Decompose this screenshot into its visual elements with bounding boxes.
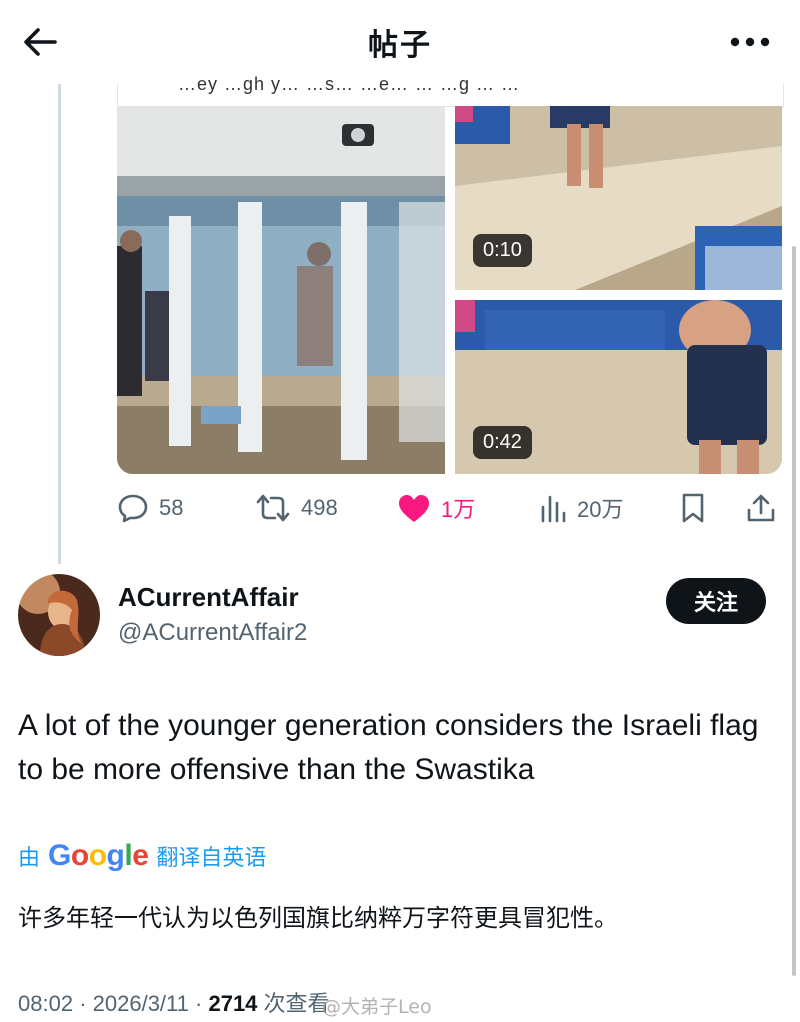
- follow-button[interactable]: 关注: [666, 578, 766, 624]
- views-button[interactable]: 20万: [539, 486, 623, 530]
- heart-filled-icon: [399, 495, 429, 522]
- bar-chart-icon: [541, 495, 566, 523]
- quoted-text-cut: …ey …gh y… …s… …e… … …g … …: [117, 74, 784, 107]
- media-video-1[interactable]: 0:10: [455, 106, 782, 290]
- video-duration: 0:42: [473, 426, 532, 459]
- tweet-text: A lot of the younger generation consider…: [18, 709, 759, 786]
- media-grid: …ey …gh y… …s… …e… … …g … … 0:10 0:42: [117, 74, 784, 474]
- avatar-image: [18, 574, 100, 656]
- like-button[interactable]: 1万: [397, 486, 475, 530]
- post-date: 2026/3/11: [92, 991, 189, 1016]
- top-bar: 帖子: [0, 0, 800, 84]
- reply-count: 58: [159, 495, 184, 520]
- avatar[interactable]: [18, 574, 100, 656]
- share-button[interactable]: [745, 486, 777, 530]
- reply-bubble-icon: [118, 494, 148, 523]
- bookmark-icon: [682, 493, 704, 523]
- post-time: 08:02: [18, 991, 74, 1016]
- repost-count: 498: [301, 495, 338, 520]
- scrollbar-thumb[interactable]: [792, 246, 796, 976]
- reply-button[interactable]: 58: [117, 486, 183, 530]
- more-dots-icon: [730, 37, 770, 47]
- thread-connector-line: [58, 84, 61, 564]
- translated-text: 许多年轻一代认为以色列国旗比纳粹万字符更具冒犯性。: [18, 904, 618, 932]
- watermark: @大弟子Leo: [322, 996, 432, 1018]
- translation-attribution[interactable]: 由 Google 翻译自英语: [18, 838, 266, 874]
- page-title: 帖子: [368, 28, 432, 63]
- tweet-action-bar: 58 498 1万 20万: [117, 486, 782, 530]
- post-view-count: 2714: [208, 991, 258, 1016]
- share-upload-icon: [747, 494, 775, 522]
- media-image-lounge[interactable]: [117, 106, 445, 474]
- tweet-meta: 08:02 · 2026/3/11 · 2714 次查看: [18, 991, 330, 1016]
- video-duration: 0:10: [473, 234, 532, 267]
- translated-by-prefix: 由: [18, 846, 41, 871]
- repost-arrows-icon: [256, 494, 290, 522]
- repost-button[interactable]: 498: [255, 486, 338, 530]
- post-view-label: 次查看: [263, 991, 330, 1016]
- quoted-text-fragment: …ey …gh y… …s… …e… … …g … …: [178, 74, 521, 94]
- bookmark-button[interactable]: [679, 486, 707, 530]
- like-count: 1万: [441, 497, 476, 522]
- lounge-photo: [117, 106, 445, 474]
- author-handle[interactable]: @ACurrentAffair2: [118, 619, 307, 647]
- more-options-button[interactable]: [726, 24, 774, 60]
- google-logo: Google: [48, 839, 149, 872]
- view-count: 20万: [577, 497, 624, 522]
- author-display-name[interactable]: ACurrentAffair: [118, 582, 299, 613]
- media-video-2[interactable]: 0:42: [455, 300, 782, 474]
- translated-from-label: 翻译自英语: [156, 846, 267, 871]
